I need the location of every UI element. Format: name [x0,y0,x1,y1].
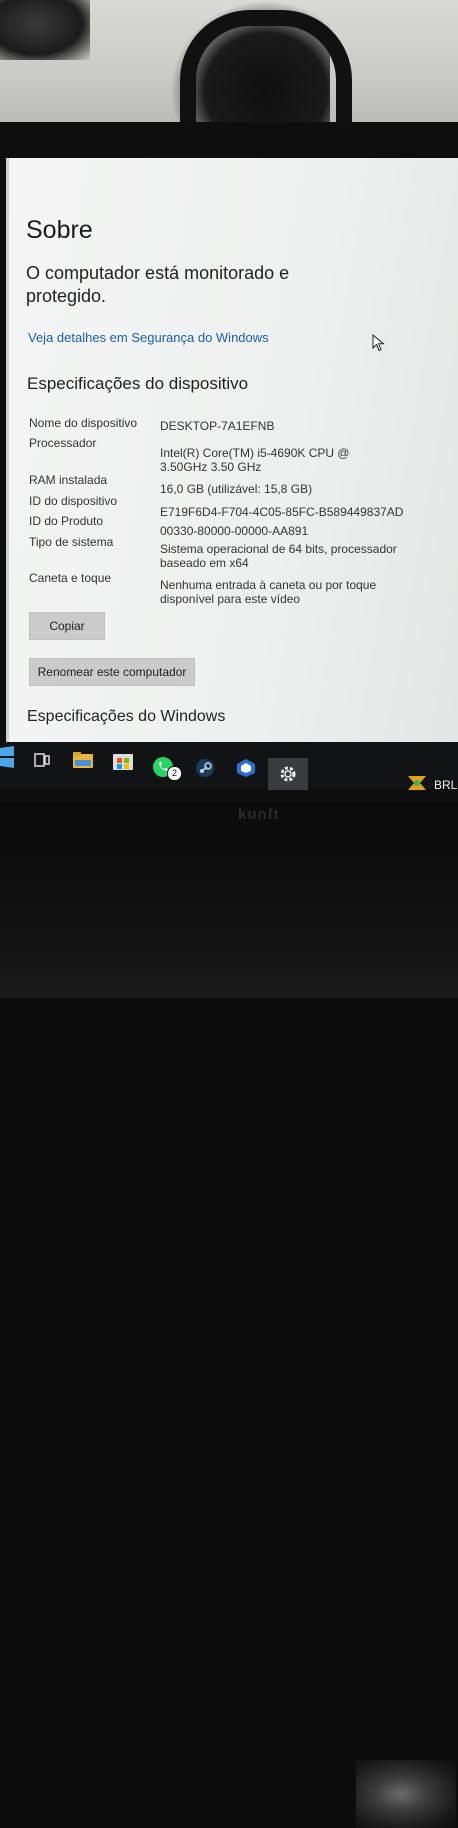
rename-computer-button[interactable]: Renomear este computador [29,658,195,686]
page-title: Sobre [26,216,93,244]
language-indicator[interactable]: BRL [434,778,457,792]
windows-specs-heading: Especificações do Windows [27,708,226,725]
start-icon[interactable] [0,744,18,770]
settings-window: Sobre O computador está monitorado e pro… [6,158,458,752]
store-icon[interactable] [113,750,133,770]
background-object [0,0,90,60]
steam-icon[interactable] [195,758,215,778]
spec-value: 16,0 GB (utilizável: 15,8 GB) [160,482,313,496]
settings-taskbar-item[interactable] [268,758,308,790]
device-specs-heading: Especificações do dispositivo [27,374,249,393]
spec-value: Intel(R) Core(TM) i5-4690K CPU @ 3.50GHz… [160,446,350,474]
background-desk-bottom [0,830,458,1828]
tray-app-icon[interactable] [406,772,428,794]
spec-label: ID do Produto [29,514,104,528]
background-speaker [356,1760,456,1828]
spec-label: Caneta e toque [29,571,112,585]
spec-value: DESKTOP-7A1EFNB [160,419,275,433]
spec-value: E719F6D4-F704-4C05-85FC-B589449837AD [160,505,404,519]
spec-label: Nome do dispositivo [29,416,138,430]
spec-label: RAM instalada [29,473,108,487]
whatsapp-taskbar-item[interactable]: 2 [152,756,182,782]
taskbar [0,742,458,788]
background-desk [0,0,458,156]
window-edge [6,158,9,752]
spec-label: ID do dispositivo [29,494,118,508]
security-status-text: O computador está monitorado e protegido… [26,263,290,306]
copy-button[interactable]: Copiar [29,612,105,640]
spec-value: Sistema operacional de 64 bits, processa… [160,542,397,570]
spec-value: Nenhuma entrada à caneta ou por toque di… [160,578,377,606]
notification-badge: 2 [167,766,182,781]
task-view-icon[interactable] [34,752,50,768]
monitor-brand-logo: kunft [238,806,280,823]
spec-label: Processador [29,436,97,450]
mouse-cursor-icon [372,334,385,352]
security-details-link[interactable]: Veja detalhes em Segurança do Windows [28,330,269,345]
settings-icon [280,766,296,782]
spec-value: 00330-80000-00000-AA891 [160,524,309,538]
spec-label: Tipo de sistema [29,535,114,549]
file-explorer-icon[interactable] [73,752,93,768]
app-icon[interactable] [236,758,256,778]
